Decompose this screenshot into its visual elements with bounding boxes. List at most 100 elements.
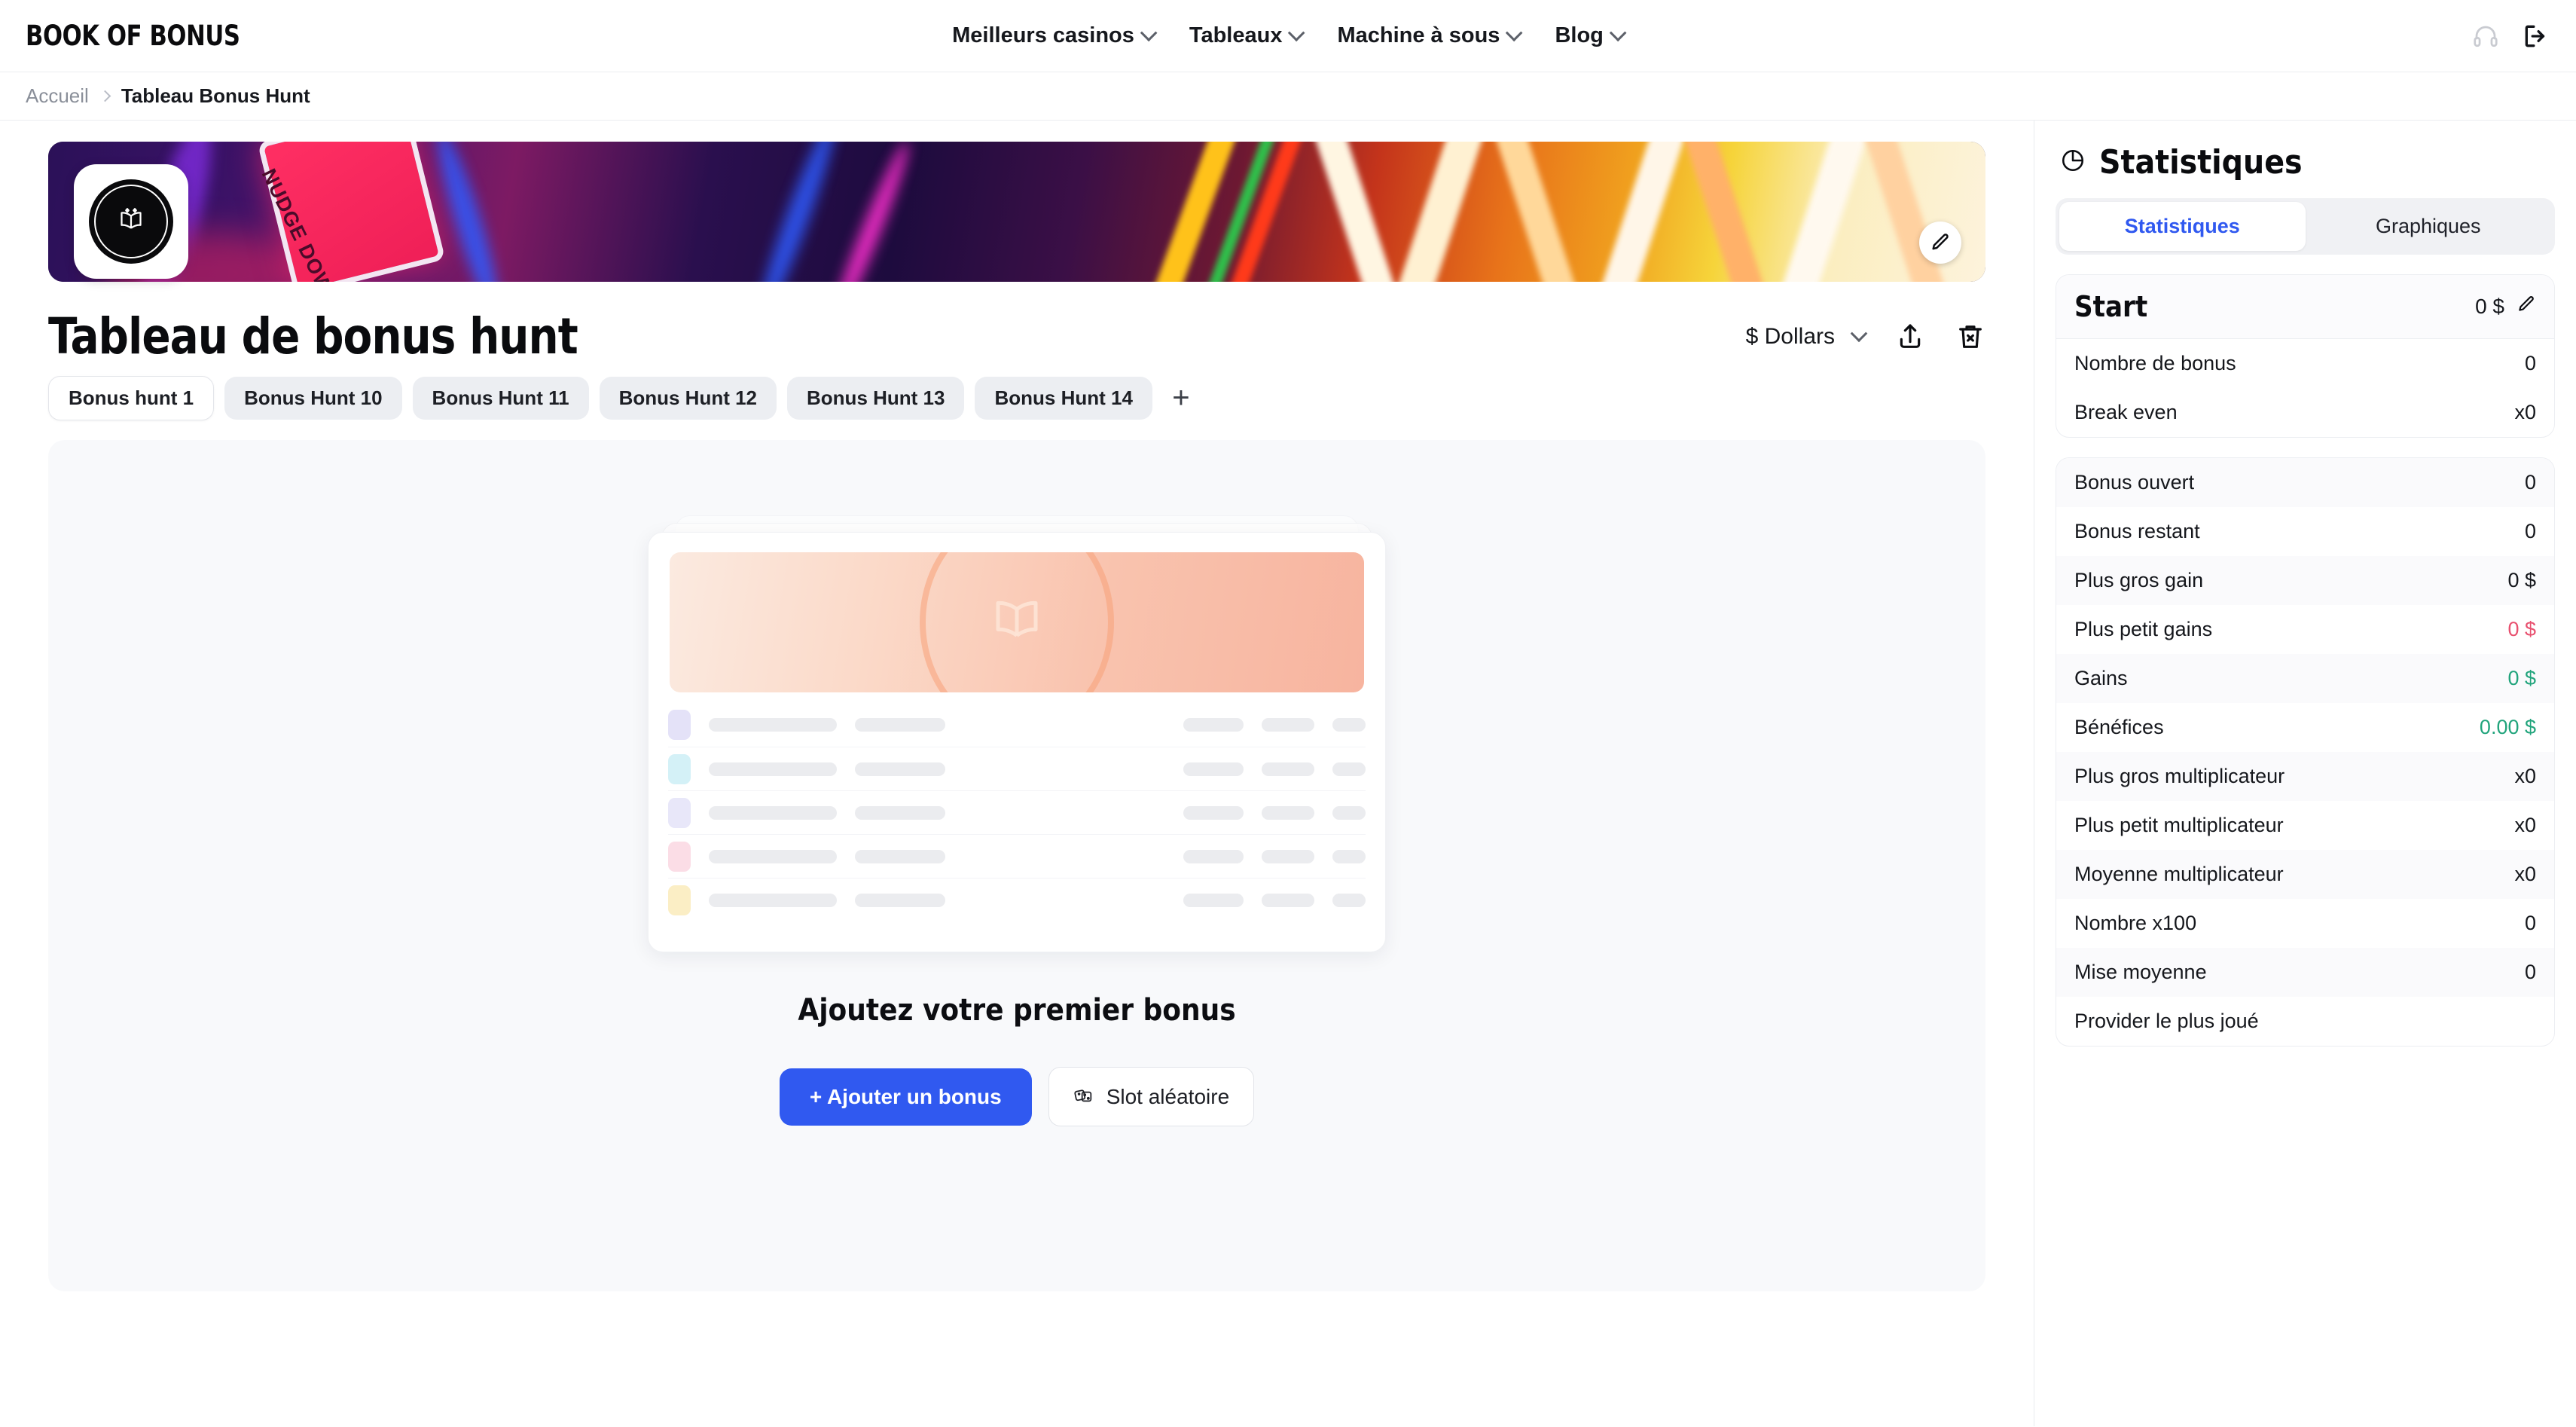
stat-value: 0 $ [2507, 618, 2536, 640]
edit-start-button[interactable] [2516, 295, 2536, 319]
stat-label: Nombre de bonus [2074, 352, 2236, 374]
board-avatar[interactable] [74, 164, 188, 279]
stat-row-gains: Gains 0 $ [2056, 654, 2554, 703]
statistics-card: Start 0 $ Nombre de bonus 0 Break even x… [2056, 274, 2555, 438]
stat-label: Gains [2074, 667, 2128, 689]
stat-label: Provider le plus joué [2074, 1010, 2259, 1032]
board-banner-wrap: NUDGE DOWN [48, 142, 1985, 282]
page-body: NUDGE DOWN Tableau de bonus hunt $ Dolla… [0, 121, 2576, 1426]
empty-state-illustration [648, 515, 1386, 952]
skeleton-coin-icon [920, 552, 1114, 692]
chevron-down-icon [1506, 23, 1523, 41]
random-slot-button[interactable]: Slot aléatoire [1048, 1067, 1255, 1126]
skeleton-row [668, 834, 1366, 878]
currency-select[interactable]: $ Dollars [1745, 323, 1868, 350]
stat-row-nombre-de-bonus: Nombre de bonus 0 [2056, 339, 2554, 388]
stat-label: Plus petit multiplicateur [2074, 814, 2284, 836]
nav-label: Blog [1555, 23, 1604, 47]
stat-row-plus-gros-multiplicateur: Plus gros multiplicateur x0 [2056, 752, 2554, 801]
tab-bonus-hunt-10[interactable]: Bonus Hunt 10 [224, 377, 402, 420]
chevron-right-icon [99, 90, 111, 102]
skeleton-row [668, 790, 1366, 834]
tab-bonus-hunt-13[interactable]: Bonus Hunt 13 [787, 377, 965, 420]
breadcrumb-home[interactable]: Accueil [26, 84, 89, 108]
board-title-row: Tableau de bonus hunt $ Dollars [48, 307, 1985, 365]
nav-item-meilleurs-casinos[interactable]: Meilleurs casinos [952, 23, 1158, 48]
add-tab-button[interactable]: + [1163, 380, 1199, 417]
stat-row-break-even: Break even x0 [2056, 388, 2554, 437]
nav-label: Meilleurs casinos [952, 23, 1134, 47]
stat-label: Bonus ouvert [2074, 471, 2195, 493]
stat-row-moyenne-multiplicateur: Moyenne multiplicateur x0 [2056, 850, 2554, 899]
stat-label: Mise moyenne [2074, 961, 2207, 983]
skeleton-card-front [648, 532, 1386, 952]
main-navigation: Meilleurs casinos Tableaux Machine à sou… [952, 23, 1627, 48]
random-slot-label: Slot aléatoire [1106, 1084, 1230, 1108]
nav-label: Machine à sous [1337, 23, 1500, 47]
stat-value: 0 [2524, 912, 2536, 934]
start-row: Start 0 $ [2056, 275, 2554, 339]
stat-value: x0 [2514, 401, 2536, 423]
headphones-icon[interactable] [2472, 23, 2499, 50]
statistics-header: Statistiques [2056, 139, 2555, 182]
statistics-tab-switch: Statistiques Graphiques [2056, 198, 2555, 255]
stat-row-bonus-restant: Bonus restant 0 [2056, 507, 2554, 556]
share-button[interactable] [1895, 322, 1925, 352]
stat-label: Bénéfices [2074, 716, 2164, 738]
stat-row-benefices: Bénéfices 0.00 $ [2056, 703, 2554, 752]
tab-bonus-hunt-11[interactable]: Bonus Hunt 11 [412, 377, 589, 420]
stat-value: x0 [2514, 765, 2536, 787]
tab-graphiques[interactable]: Graphiques [2306, 202, 2552, 251]
chevron-down-icon [1140, 23, 1158, 41]
empty-state-panel: Ajoutez votre premier bonus + Ajouter un… [48, 440, 1985, 1291]
skeleton-rows [649, 703, 1385, 921]
nav-item-tableaux[interactable]: Tableaux [1189, 23, 1305, 48]
top-navigation-bar: BOOK OF BONUS Meilleurs casinos Tableaux… [0, 0, 2576, 72]
dice-icon [1073, 1083, 1094, 1110]
tab-bonus-hunt-14[interactable]: Bonus Hunt 14 [975, 377, 1152, 420]
banner-edit-button[interactable] [1919, 222, 1961, 264]
empty-state-title: Ajoutez votre premier bonus [798, 993, 1236, 1028]
stat-row-plus-gros-gain: Plus gros gain 0 $ [2056, 556, 2554, 605]
pie-chart-icon [2060, 148, 2086, 177]
stat-row-mise-moyenne: Mise moyenne 0 [2056, 948, 2554, 997]
chevron-down-icon [1609, 23, 1627, 41]
statistics-detail-card: Bonus ouvert 0 Bonus restant 0 Plus gros… [2056, 457, 2555, 1047]
statistics-panel: Statistiques Statistiques Graphiques Sta… [2034, 121, 2576, 1426]
site-logo[interactable]: BOOK OF BONUS [26, 20, 240, 52]
tab-bonus-hunt-1[interactable]: Bonus hunt 1 [48, 376, 215, 420]
start-label: Start [2074, 290, 2148, 323]
chevron-down-icon [1850, 324, 1868, 342]
add-bonus-button[interactable]: + Ajouter un bonus [779, 1068, 1032, 1126]
stat-value: 0.00 $ [2479, 716, 2536, 738]
start-value-group: 0 $ [2475, 295, 2536, 319]
stat-row-nombre-x100: Nombre x100 0 [2056, 899, 2554, 948]
stat-label: Bonus restant [2074, 520, 2200, 542]
stat-label: Moyenne multiplicateur [2074, 863, 2284, 885]
top-bar-actions [2472, 22, 2550, 50]
stat-value: 0 $ [2507, 667, 2536, 689]
nav-item-blog[interactable]: Blog [1555, 23, 1627, 48]
stat-value: x0 [2514, 863, 2536, 885]
nav-item-machine-a-sous[interactable]: Machine à sous [1337, 23, 1523, 48]
stat-label: Plus gros multiplicateur [2074, 765, 2285, 787]
stat-label: Nombre x100 [2074, 912, 2197, 934]
stat-row-provider-le-plus-joue: Provider le plus joué [2056, 997, 2554, 1046]
skeleton-row [668, 878, 1366, 921]
tab-statistiques[interactable]: Statistiques [2059, 202, 2306, 251]
stat-label: Plus petit gains [2074, 618, 2213, 640]
stat-label: Plus gros gain [2074, 569, 2204, 591]
empty-state-actions: + Ajouter un bonus Slot aléatoire [779, 1067, 1255, 1126]
stat-value: 0 [2524, 961, 2536, 983]
stat-value: 0 [2524, 471, 2536, 493]
page-title: Tableau de bonus hunt [48, 307, 578, 365]
chevron-down-icon [1288, 23, 1305, 41]
logout-icon[interactable] [2522, 22, 2550, 50]
statistics-title: Statistiques [2099, 143, 2303, 182]
stat-row-plus-petit-gains: Plus petit gains 0 $ [2056, 605, 2554, 654]
board-column: NUDGE DOWN Tableau de bonus hunt $ Dolla… [0, 121, 2034, 1426]
currency-label: $ Dollars [1745, 323, 1835, 349]
skeleton-row [668, 747, 1366, 790]
tab-bonus-hunt-12[interactable]: Bonus Hunt 12 [599, 377, 777, 420]
delete-board-button[interactable] [1955, 322, 1985, 352]
